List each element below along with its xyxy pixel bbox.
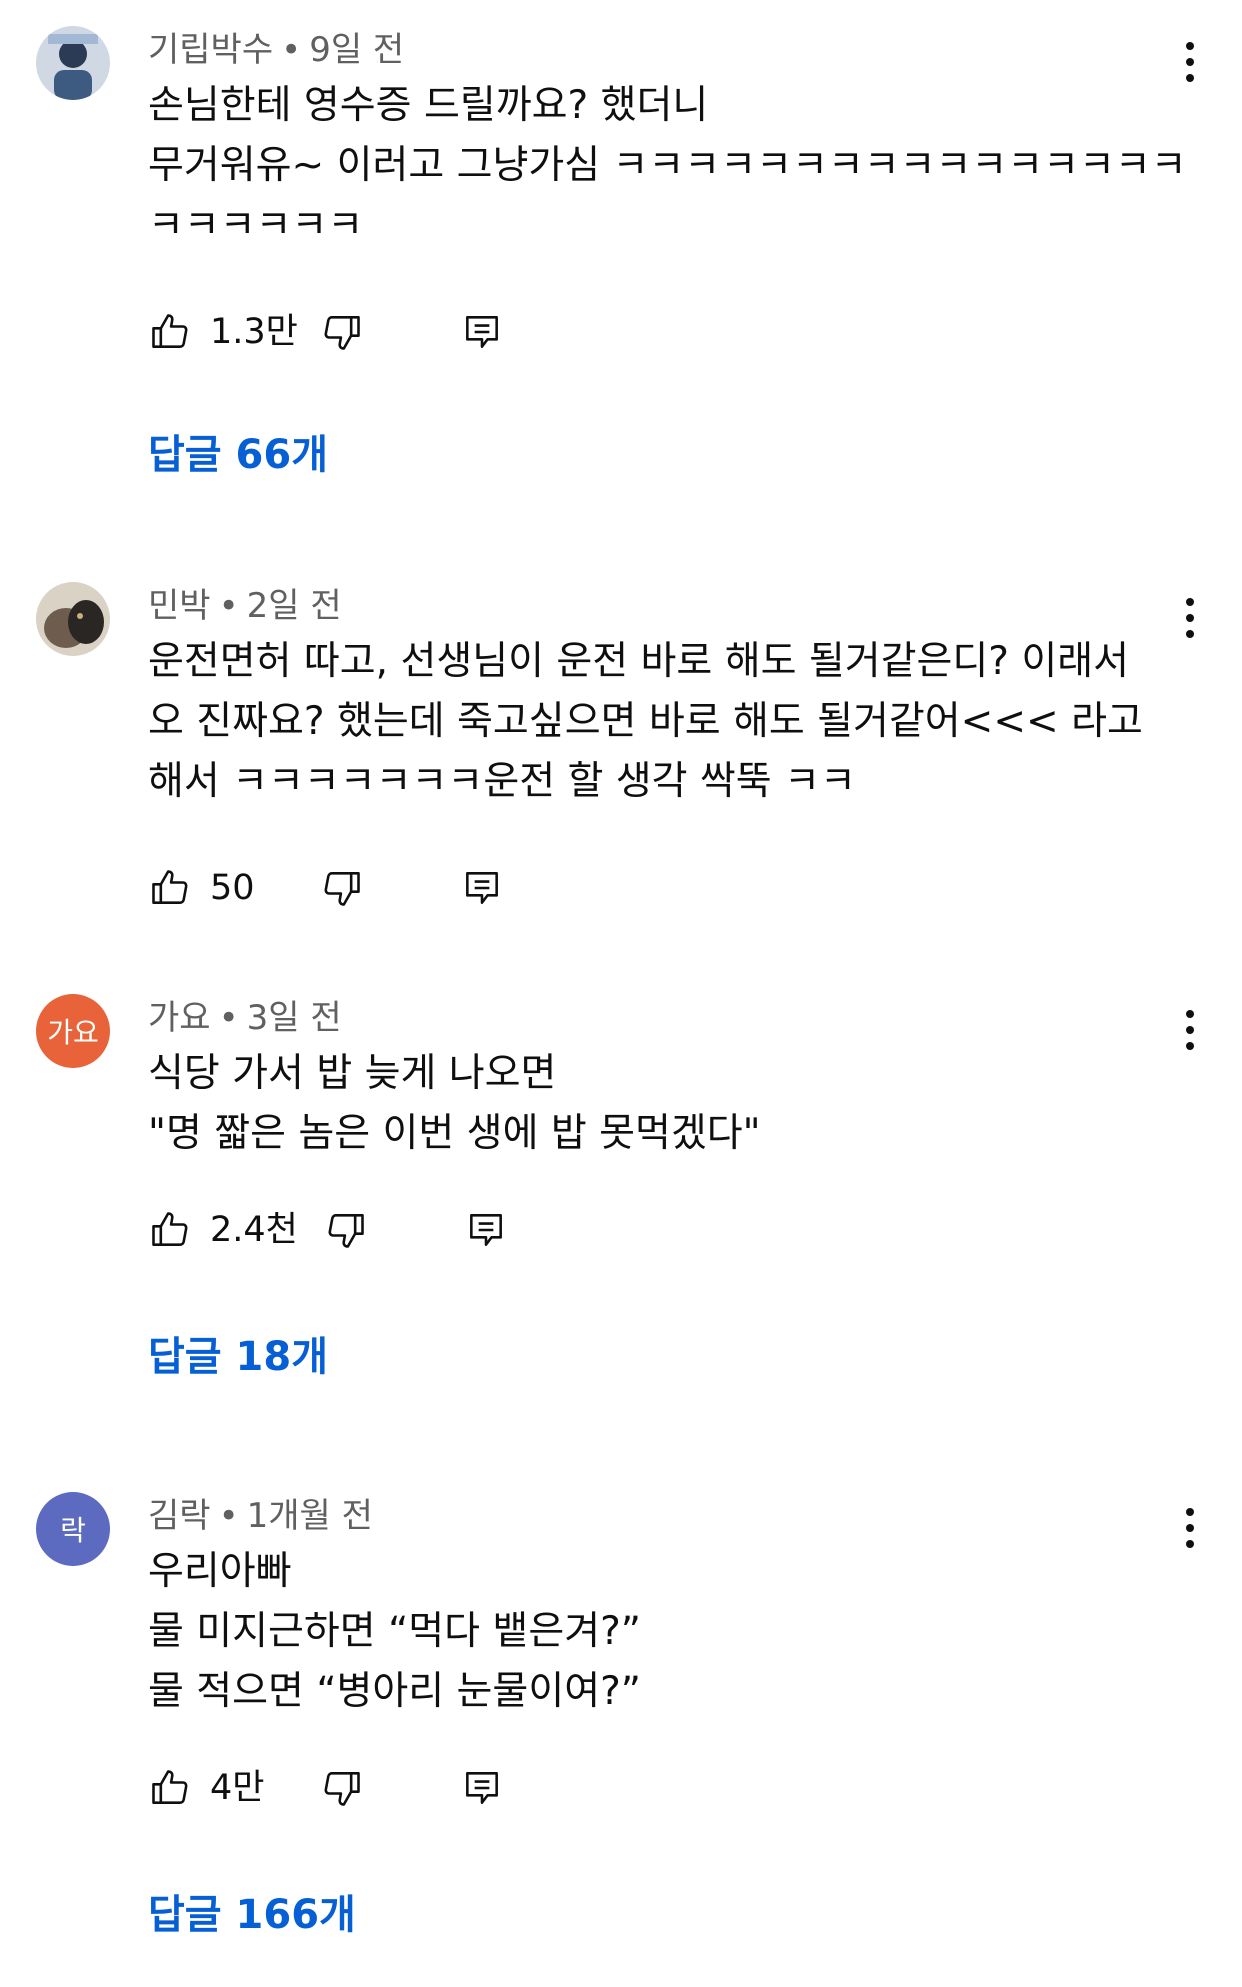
comment-line: 식당 가서 밥 늦게 나오면 — [148, 1051, 557, 1096]
comment-text: 우리아빠 물 미지근하면 “먹다 뱉은겨?” 물 적으면 “병아리 눈물이여?” — [148, 1542, 1188, 1722]
author-name[interactable]: 김락 — [148, 1496, 211, 1536]
author-name[interactable]: 민박 — [148, 586, 211, 626]
avatar-image — [36, 582, 110, 656]
comment-line: 무거워유~ 이러고 그냥가심 ㅋㅋㅋㅋㅋㅋㅋㅋㅋㅋㅋㅋㅋㅋㅋㅋ — [148, 143, 1187, 188]
dislike-button[interactable] — [320, 302, 364, 362]
reply-button[interactable] — [460, 858, 504, 918]
comment-meta: 김락 • 1개월 전 — [148, 1488, 373, 1537]
avatar[interactable] — [36, 582, 110, 656]
comment-line: 운전면허 따고, 선생님이 운전 바로 해도 될거같은디? 이래서 — [148, 639, 1129, 684]
comment-time: 3일 전 — [246, 998, 342, 1038]
comment-meta: 민박 • 2일 전 — [148, 578, 342, 627]
avatar-image — [36, 26, 110, 100]
dislike-button[interactable] — [320, 858, 364, 918]
thumbs-up-icon — [152, 870, 188, 904]
comment-meta: 가요 • 3일 전 — [148, 990, 342, 1039]
replies-link[interactable]: 답글 66개 — [148, 422, 328, 480]
like-count: 1.3만 — [210, 312, 298, 352]
comment-actions: 4만 — [148, 1758, 568, 1818]
avatar[interactable] — [36, 26, 110, 100]
author-name[interactable]: 기립박수 — [148, 30, 273, 70]
avatar[interactable]: 락 — [36, 1492, 110, 1566]
comment-actions: 1.3만 — [148, 302, 568, 362]
comment-time: 9일 전 — [309, 30, 405, 70]
comment-line: ㅋㅋㅋㅋㅋㅋ — [148, 203, 364, 248]
thumbs-up-icon — [152, 1212, 188, 1246]
thumbs-up-icon — [152, 1770, 188, 1804]
avatar[interactable]: 가요 — [36, 994, 110, 1068]
comment-meta: 기립박수 • 9일 전 — [148, 22, 404, 71]
thumbs-down-icon — [324, 1772, 360, 1806]
replies-link[interactable]: 답글 166개 — [148, 1882, 356, 1940]
avatar-initials: 가요 — [47, 1016, 99, 1049]
comment-line: 손님한테 영수증 드릴까요? 했더니 — [148, 83, 709, 128]
reply-comment-icon — [466, 316, 498, 348]
comment-actions: 2.4천 — [148, 1200, 568, 1260]
like-button[interactable] — [148, 1200, 192, 1260]
comment-line: 물 미지근하면 “먹다 뱉은겨?” — [148, 1609, 641, 1654]
reply-button[interactable] — [460, 302, 504, 362]
thumbs-down-icon — [324, 872, 360, 906]
comment-line: "명 짧은 놈은 이번 생에 밥 못먹겠다" — [148, 1111, 761, 1156]
comment-text: 운전면허 따고, 선생님이 운전 바로 해도 될거같은디? 이래서 오 진짜요?… — [148, 632, 1188, 812]
reply-button[interactable] — [464, 1200, 508, 1260]
like-count: 50 — [210, 868, 255, 908]
avatar-initials: 락 — [60, 1514, 86, 1547]
separator-dot: • — [281, 30, 302, 70]
comment-line: 우리아빠 — [148, 1549, 292, 1594]
comment-line: 물 적으면 “병아리 눈물이여?” — [148, 1669, 641, 1714]
comment-text: 손님한테 영수증 드릴까요? 했더니 무거워유~ 이러고 그냥가심 ㅋㅋㅋㅋㅋㅋ… — [148, 76, 1188, 256]
reply-comment-icon — [466, 1772, 498, 1804]
like-count: 2.4천 — [210, 1210, 298, 1250]
dislike-button[interactable] — [320, 1758, 364, 1818]
author-name[interactable]: 가요 — [148, 998, 211, 1038]
thumbs-down-icon — [324, 316, 360, 350]
like-button[interactable] — [148, 1758, 192, 1818]
like-button[interactable] — [148, 302, 192, 362]
comment-line: 해서 ㅋㅋㅋㅋㅋㅋㅋ운전 할 생각 싹뚝 ㅋㅋ — [148, 759, 856, 804]
thumbs-down-icon — [328, 1214, 364, 1248]
comment-time: 2일 전 — [246, 586, 342, 626]
thumbs-up-icon — [152, 314, 188, 348]
separator-dot: • — [218, 586, 239, 626]
separator-dot: • — [218, 998, 239, 1038]
replies-link[interactable]: 답글 18개 — [148, 1324, 328, 1382]
separator-dot: • — [218, 1496, 239, 1536]
reply-button[interactable] — [460, 1758, 504, 1818]
like-count: 4만 — [210, 1768, 265, 1808]
comment-line: 오 진짜요? 했는데 죽고싶으면 바로 해도 될거같어<<< 라고 — [148, 699, 1143, 744]
comment-actions: 50 — [148, 858, 568, 918]
comment-time: 1개월 전 — [246, 1496, 373, 1536]
like-button[interactable] — [148, 858, 192, 918]
dislike-button[interactable] — [324, 1200, 368, 1260]
comment-text: 식당 가서 밥 늦게 나오면 "명 짧은 놈은 이번 생에 밥 못먹겠다" — [148, 1044, 1188, 1164]
reply-comment-icon — [466, 872, 498, 904]
reply-comment-icon — [470, 1214, 502, 1246]
